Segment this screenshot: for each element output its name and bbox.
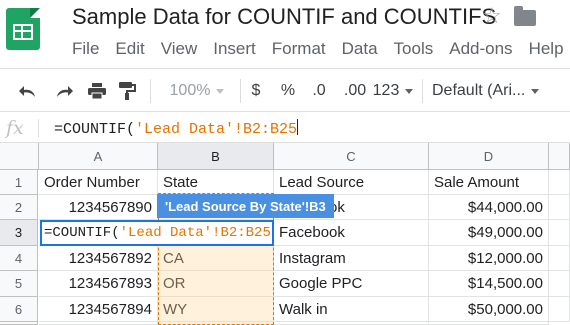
cell-a6[interactable]: 1234567894 bbox=[39, 297, 158, 322]
cell-d3[interactable]: $49,000.00 bbox=[429, 220, 549, 246]
sheets-logo-icon[interactable] bbox=[6, 8, 40, 50]
cell-c1[interactable]: Lead Source bbox=[274, 170, 429, 195]
cell-e4[interactable] bbox=[549, 246, 570, 271]
paint-format-icon bbox=[119, 82, 136, 100]
select-all-corner[interactable] bbox=[0, 143, 39, 170]
fx-icon: fx bbox=[6, 117, 24, 139]
increase-decimal-label: .00 bbox=[343, 82, 367, 99]
row-header-4[interactable]: 4 bbox=[0, 246, 38, 271]
active-cell-prefix: =COUNTIF( bbox=[44, 225, 120, 241]
cell-a2[interactable]: 1234567890 bbox=[39, 195, 158, 220]
cell-a5[interactable]: 1234567893 bbox=[39, 271, 158, 297]
decrease-decimal-label: .0 bbox=[312, 82, 326, 99]
row-header-6[interactable]: 6 bbox=[0, 297, 38, 322]
caret-down-icon bbox=[531, 88, 540, 94]
increase-decimal-button[interactable]: .00 bbox=[338, 69, 372, 113]
cell-b6[interactable]: WY bbox=[158, 297, 274, 322]
paint-format-button[interactable] bbox=[114, 69, 140, 113]
cell-d5[interactable]: $14,500.00 bbox=[429, 271, 549, 297]
row-header-1[interactable]: 1 bbox=[0, 170, 38, 195]
formula-input[interactable]: =COUNTIF('Lead Data'!B2:B25 bbox=[54, 119, 299, 138]
decrease-decimal-button[interactable]: .0 bbox=[305, 69, 333, 113]
cell-e6[interactable] bbox=[549, 297, 570, 322]
star-icon[interactable]: ☆ bbox=[482, 3, 502, 29]
cell-a4[interactable]: 1234567892 bbox=[39, 246, 158, 271]
row-header-2[interactable]: 2 bbox=[0, 195, 38, 220]
print-button[interactable] bbox=[84, 69, 110, 113]
zoom-value: 100% bbox=[169, 82, 211, 99]
zoom-select[interactable]: 100% bbox=[160, 69, 234, 113]
cell-d2[interactable]: $44,000.00 bbox=[429, 195, 549, 220]
sheet-reference-tooltip: 'Lead Source By State'!B3 bbox=[157, 194, 334, 218]
toolbar: 100% $ % .0 .00 123 Default (Ari... bbox=[0, 68, 570, 112]
column-header-b[interactable]: B bbox=[158, 143, 274, 170]
column-header-e[interactable] bbox=[549, 143, 570, 170]
formula-divider bbox=[38, 119, 39, 137]
formula-bar: fx =COUNTIF('Lead Data'!B2:B25 bbox=[0, 113, 570, 143]
column-header-d[interactable]: D bbox=[429, 143, 549, 170]
cell-b1[interactable]: State bbox=[158, 170, 274, 195]
redo-button[interactable] bbox=[50, 69, 78, 113]
column-header-a[interactable]: A bbox=[39, 143, 158, 170]
menu-bar: File Edit View Insert Format Data Tools … bbox=[72, 39, 564, 59]
cell-e5[interactable] bbox=[549, 271, 570, 297]
format-currency-button[interactable]: $ bbox=[246, 69, 266, 113]
cell-b5[interactable]: OR bbox=[158, 271, 274, 297]
menu-view[interactable]: View bbox=[161, 39, 198, 59]
formula-reference: 'Lead Data'!B2:B25 bbox=[135, 121, 298, 138]
active-cell-editor[interactable]: =COUNTIF('Lead Data'!B2:B25 bbox=[40, 220, 274, 246]
caret-down-icon bbox=[405, 88, 414, 94]
cell-d4[interactable]: $12,000.00 bbox=[429, 246, 549, 271]
more-formats-select[interactable]: 123 bbox=[372, 69, 414, 113]
more-formats-label: 123 bbox=[372, 82, 400, 99]
menu-format[interactable]: Format bbox=[272, 39, 326, 59]
redo-icon bbox=[57, 86, 73, 97]
menu-help[interactable]: Help bbox=[529, 39, 564, 59]
menu-edit[interactable]: Edit bbox=[115, 39, 144, 59]
undo-button[interactable] bbox=[14, 69, 42, 113]
row-header-5[interactable]: 5 bbox=[0, 271, 38, 297]
cell-c5[interactable]: Google PPC bbox=[274, 271, 429, 297]
menu-insert[interactable]: Insert bbox=[213, 39, 256, 59]
folder-icon[interactable] bbox=[514, 6, 536, 26]
menu-file[interactable]: File bbox=[72, 39, 99, 59]
cell-e3[interactable] bbox=[549, 220, 570, 246]
cell-a1[interactable]: Order Number bbox=[39, 170, 158, 195]
menu-addons[interactable]: Add-ons bbox=[449, 39, 512, 59]
font-label: Default (Ari... bbox=[432, 82, 526, 99]
text-cursor bbox=[297, 119, 299, 135]
print-icon bbox=[88, 83, 106, 100]
formula-prefix: =COUNTIF( bbox=[54, 121, 136, 138]
cell-e1[interactable] bbox=[549, 170, 570, 195]
cell-c6[interactable]: Walk in bbox=[274, 297, 429, 322]
menu-tools[interactable]: Tools bbox=[394, 39, 434, 59]
caret-down-icon bbox=[216, 88, 225, 94]
column-header-c[interactable]: C bbox=[274, 143, 429, 170]
cell-d1[interactable]: Sale Amount bbox=[429, 170, 549, 195]
format-percent-button[interactable]: % bbox=[277, 69, 299, 113]
cell-d6[interactable]: $50,000.00 bbox=[429, 297, 549, 322]
cell-b4[interactable]: CA bbox=[158, 246, 274, 271]
menu-data[interactable]: Data bbox=[342, 39, 378, 59]
row-header-3[interactable]: 3 bbox=[0, 220, 38, 246]
cell-e2[interactable] bbox=[549, 195, 570, 220]
cell-c4[interactable]: Instagram bbox=[274, 246, 429, 271]
cell-c3[interactable]: Facebook bbox=[274, 220, 429, 246]
active-cell-reference: 'Lead Data'!B2:B25 bbox=[119, 225, 271, 241]
undo-icon bbox=[19, 86, 35, 97]
font-select[interactable]: Default (Ari... bbox=[432, 69, 550, 113]
document-title[interactable]: Sample Data for COUNTIF and COUNTIFS bbox=[72, 4, 496, 30]
